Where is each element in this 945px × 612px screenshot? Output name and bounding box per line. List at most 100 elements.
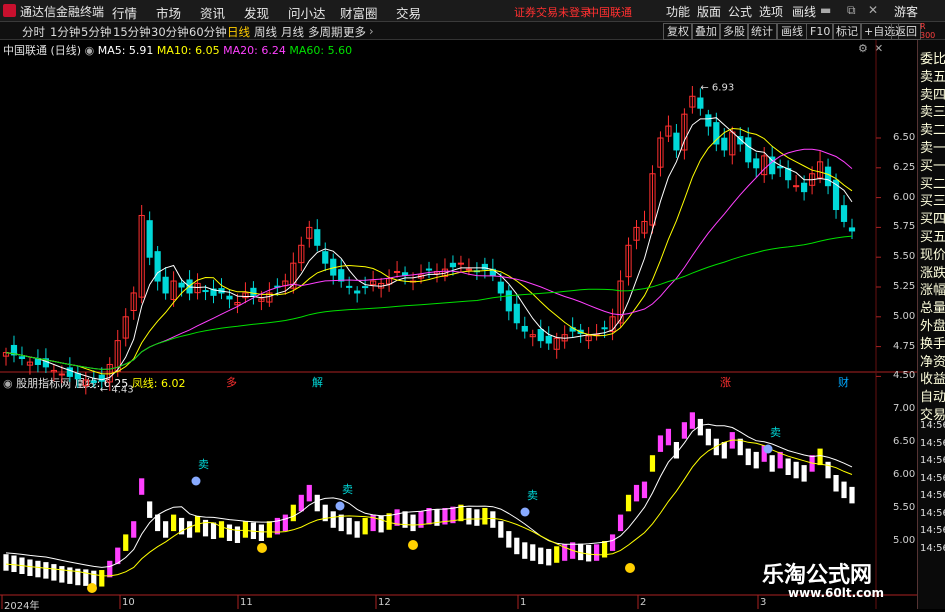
indicator-bar [131,521,137,538]
candle-body [465,268,473,271]
tf-weekly[interactable]: 周线 [254,24,277,40]
menu-discover[interactable]: 发现 [244,3,269,22]
panel-label: 卖一 [920,141,945,156]
indicator-bar [498,521,504,538]
tf-1min[interactable]: 1分钟 [50,24,80,40]
candle-body [18,356,26,360]
menu-market-quotes[interactable]: 行情 [112,3,137,22]
tf-15min[interactable]: 15分钟 [113,24,151,40]
app-logo-icon [3,4,16,17]
buy-face-icon [257,543,267,553]
indicator-bar [234,526,241,543]
tf-60min[interactable]: 60分钟 [189,24,227,40]
restore-icon[interactable]: ⧉ [847,3,856,18]
tf-multi[interactable]: 多周期 [308,24,343,40]
price-chart-svg[interactable]: ← 6.93← 4.43 多解涨财卖卖 卖卖 [0,40,917,609]
ma60-line [5,235,853,370]
menu-news[interactable]: 资讯 [200,3,225,22]
candle-body [226,295,233,300]
chevron-right-icon[interactable]: › [369,24,374,38]
candle-body [769,156,776,175]
sell-face-icon [763,444,773,454]
indicator-bar [330,511,336,528]
indicator-bar [665,428,672,446]
menu-options[interactable]: 选项 [759,3,783,20]
indicator-bar [163,521,169,538]
sub-y-tick: 5.00 [893,535,916,546]
candle-body [314,229,321,246]
candle-body [362,286,369,289]
indicator-bar [354,521,360,538]
tf-more[interactable]: 更多 [343,24,366,40]
sub-y-tick: 5.50 [893,502,916,513]
menu-wenxiaoda[interactable]: 问小达 [288,3,326,22]
tf-intraday[interactable]: 分时 [22,24,45,40]
stats-button[interactable]: 统计 [747,23,777,40]
candle-body [513,303,520,324]
menu-draw[interactable]: 画线 [792,3,816,20]
indicator-bar [801,465,807,482]
indicator-bar [633,484,640,502]
sub-y-tick: 6.00 [893,469,916,480]
menu-trade[interactable]: 交易 [396,3,421,22]
tf-5min[interactable]: 5分钟 [81,24,111,40]
event-mark: 多 [226,375,237,389]
tf-monthly[interactable]: 月线 [281,24,304,40]
multi-stock-button[interactable]: 多股 [719,23,749,40]
candle-body [162,276,169,294]
close-icon[interactable]: ✕ [868,3,878,17]
candle-body [721,137,728,151]
draw-line-button[interactable]: 画线 [777,23,807,40]
buy-face-icon [408,540,418,550]
candle-body [202,290,209,293]
sell-mark: 卖 [342,483,353,496]
indicator-bar [27,559,33,576]
fuquan-button[interactable]: 复权 [663,23,693,40]
main-y-tick: 4.50 [893,370,916,382]
indicator-bar [625,494,632,512]
overlay-button[interactable]: 叠加 [691,23,721,40]
ma10-line [5,127,853,375]
menu-layout[interactable]: 版面 [697,3,721,20]
indicator-bar [841,481,847,499]
back-button[interactable]: 返回 [891,23,921,40]
panel-time: 14:56 [920,525,945,536]
panel-label: 收益 [920,372,945,388]
buy-face-icon [87,583,97,593]
menu-market[interactable]: 市场 [156,3,181,22]
indicator-bar [123,534,129,551]
guest-button[interactable]: 游客 [894,3,918,20]
ma5-line [5,117,853,381]
menu-wealth-circle[interactable]: 财富圈 [340,3,378,22]
panel-label: 净资 [920,354,945,370]
indicator-bar [107,560,113,578]
mark-button[interactable]: 标记 [832,23,862,40]
indicator-bar [689,412,695,429]
login-warning[interactable]: 证券交易未登录 [514,4,591,20]
candle-body [354,290,361,294]
indicator-bar [218,521,225,538]
panel-label: 买三 [920,194,945,210]
date-label: 3 [760,597,767,608]
tf-daily[interactable]: 日线 [227,24,250,40]
indicator-bar [609,534,616,551]
indicator-bar [242,521,249,538]
candle-body [840,205,848,222]
main-y-tick: 6.00 [893,191,916,203]
minimize-icon[interactable]: ▬ [820,3,831,17]
main-y-tick: 6.50 [893,132,916,143]
panel-time: 14:56 [920,542,945,554]
indicator-bar [538,547,544,565]
tf-30min[interactable]: 30分钟 [151,24,189,40]
indicator-bar [410,514,416,532]
indicator-bar [530,544,536,561]
indicator-bar [825,461,831,479]
indicator-bar [586,544,592,562]
menu-function[interactable]: 功能 [666,3,690,20]
indicator-bar [266,521,272,538]
f10-button[interactable]: F10 [806,23,835,40]
menu-formula[interactable]: 公式 [728,3,752,20]
candle-body [457,262,465,265]
indicator-bar [346,517,352,535]
title-bar: 通达信金融终端 行情 市场 资讯 发现 问小达 财富圈 交易 证券交易未登录 中… [0,0,945,22]
